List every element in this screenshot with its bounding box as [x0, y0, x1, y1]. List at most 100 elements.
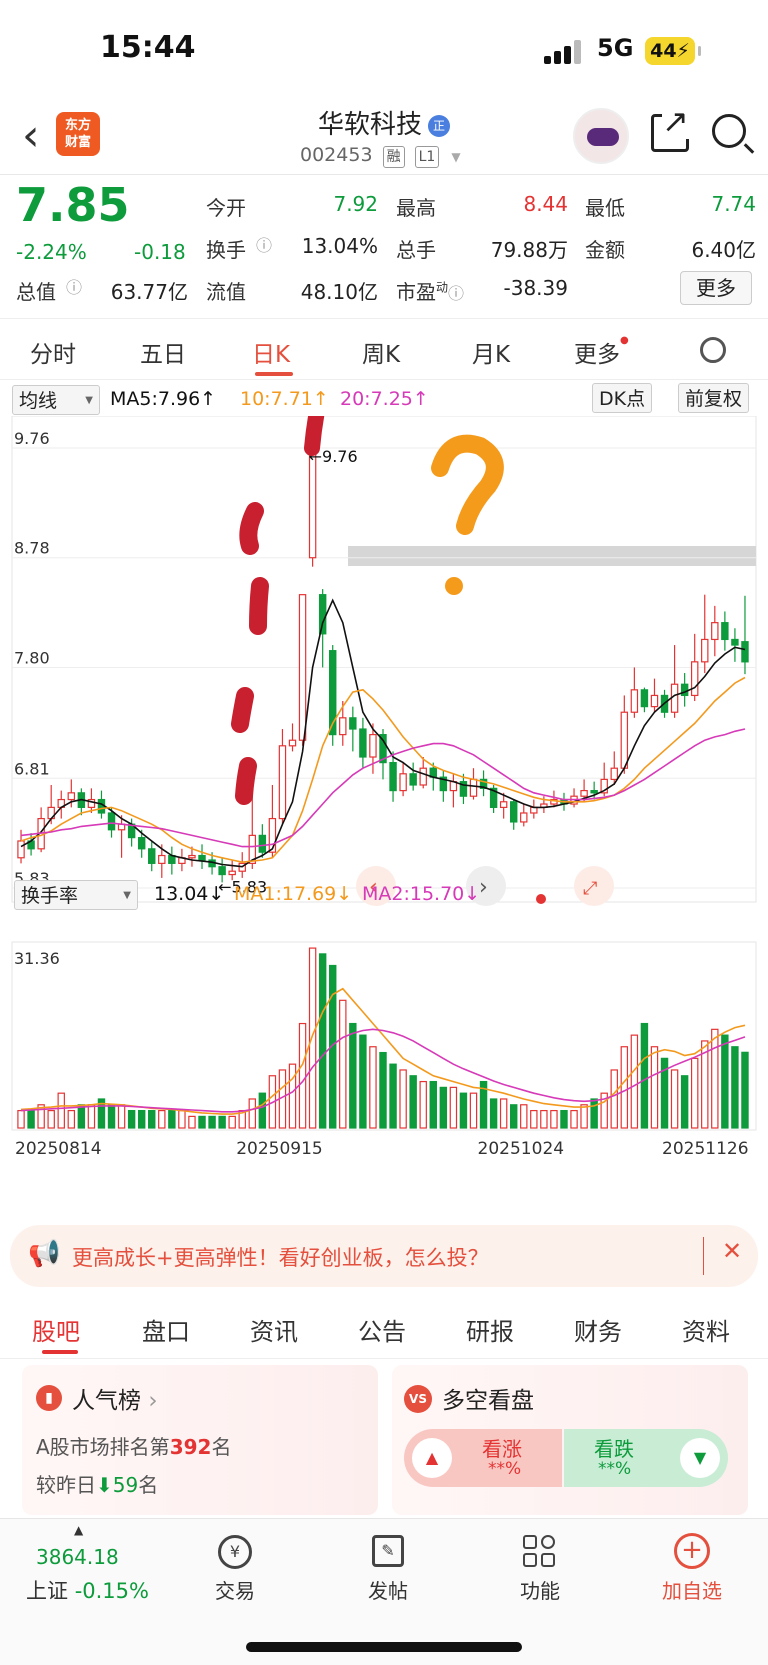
- tab-five-day[interactable]: 五日: [140, 335, 186, 369]
- x-axis-label: 20250814: [15, 1139, 102, 1159]
- candle-body: [137, 837, 146, 850]
- volume-bar: [610, 1069, 618, 1129]
- volume-bar: [27, 1109, 35, 1129]
- promo-banner[interactable]: 📢 更高成长+更高弹性！看好创业板，怎么投？ ✕: [10, 1225, 758, 1287]
- stock-code-row[interactable]: 002453 融 L1 ▼: [300, 144, 461, 168]
- scribble-mark: [249, 577, 269, 635]
- candle-body: [630, 689, 639, 713]
- status-time: 15:44: [100, 30, 196, 65]
- signal-dot: [536, 894, 546, 904]
- candle-body: [690, 661, 699, 697]
- tab-intraday[interactable]: 分时: [30, 335, 76, 369]
- candle-body: [711, 622, 719, 641]
- index-value[interactable]: 3864.18: [36, 1545, 119, 1569]
- tab-monthly-k[interactable]: 月K: [472, 335, 510, 369]
- volume-bar: [288, 1063, 297, 1129]
- highlight-band: [348, 546, 756, 566]
- nav-post[interactable]: 发帖: [343, 1575, 433, 1604]
- ma-select-label: 均线: [19, 390, 58, 412]
- battery-level: 44: [650, 40, 677, 62]
- volume-bar: [449, 1086, 458, 1129]
- period-tabs: 分时 五日 日K 周K 月K 更多●: [0, 318, 768, 380]
- tab-news[interactable]: 资讯: [250, 1312, 298, 1347]
- price-tick-label: 6.81: [14, 759, 50, 778]
- chevron-down-icon: ▼: [85, 395, 93, 406]
- volume-bar: [399, 1069, 407, 1129]
- rank-change-line: 较昨日⬇59名: [36, 1469, 158, 1498]
- nav-trade[interactable]: 交易: [190, 1575, 280, 1604]
- search-icon[interactable]: [712, 114, 746, 148]
- volume-bar: [560, 1109, 568, 1129]
- volume-bar: [419, 1080, 427, 1129]
- active-tab-underline: [255, 372, 293, 376]
- amount-value: 6.40亿: [691, 238, 756, 262]
- quote-panel: 7.85 -2.24% -0.18 今开 7.92 最高 8.44 最低 7.7…: [0, 176, 768, 318]
- info-icon[interactable]: ⓘ: [66, 274, 82, 298]
- close-icon[interactable]: ✕: [722, 1237, 742, 1265]
- scribble-mark: [235, 757, 257, 805]
- candle-body: [670, 683, 679, 713]
- candle-body: [389, 762, 397, 792]
- volume-bar: [540, 1109, 548, 1129]
- tab-pankou[interactable]: 盘口: [142, 1312, 190, 1347]
- bullish-button[interactable]: ▲ 看涨 **%: [404, 1429, 562, 1487]
- volume-bar: [590, 1098, 598, 1129]
- volume-bar: [731, 1046, 739, 1129]
- index-line[interactable]: 上证 -0.15%: [26, 1575, 149, 1605]
- volume-bar: [499, 1098, 508, 1129]
- volume-bar: [520, 1104, 528, 1129]
- candle-body: [721, 622, 729, 641]
- more-quote-button[interactable]: 更多: [680, 271, 752, 305]
- add-circle-icon[interactable]: +: [674, 1533, 710, 1569]
- scribble-mark: [231, 687, 254, 733]
- popularity-card[interactable]: ▮ 人气榜 › A股市场排名第392名 较昨日⬇59名: [22, 1365, 378, 1515]
- tab-finance[interactable]: 财务: [574, 1312, 622, 1347]
- volume-bar: [721, 1034, 729, 1129]
- volume-bar: [308, 947, 317, 1129]
- volume-bar: [208, 1115, 216, 1129]
- amount-label: 金额: [585, 238, 625, 262]
- nav-add-watchlist[interactable]: 加自选: [647, 1575, 737, 1604]
- open-value: 7.92: [333, 192, 378, 216]
- info-icon[interactable]: ⓘ: [448, 284, 464, 303]
- candle-body: [198, 854, 206, 861]
- tab-profile[interactable]: 资料: [682, 1312, 730, 1347]
- nav-functions[interactable]: 功能: [495, 1575, 585, 1604]
- pe-superscript: 动: [436, 280, 449, 295]
- signal-icon: [544, 40, 586, 64]
- ma20-legend: 20:7.25↑: [340, 388, 429, 410]
- turnover-label: 换手: [206, 238, 246, 262]
- tab-more[interactable]: 更多●: [574, 335, 629, 369]
- info-icon[interactable]: ⓘ: [256, 232, 272, 256]
- volume-label: 总手: [396, 238, 436, 262]
- volume-bar: [670, 1069, 679, 1129]
- grid-icon[interactable]: [523, 1535, 557, 1569]
- assistant-avatar-icon[interactable]: [573, 108, 629, 164]
- vs-icon: VS: [404, 1385, 432, 1413]
- chevron-right-icon: ›: [148, 1388, 158, 1414]
- candle-body: [399, 773, 407, 792]
- tab-daily-k[interactable]: 日K: [252, 335, 290, 369]
- tab-research[interactable]: 研报: [466, 1312, 514, 1347]
- adjust-button[interactable]: 前复权: [678, 383, 750, 413]
- candle-body: [680, 683, 689, 697]
- bullish-value: **%: [488, 1459, 522, 1479]
- candle-body: [610, 767, 618, 780]
- tab-guba[interactable]: 股吧: [32, 1312, 80, 1347]
- dk-point-button[interactable]: DK点: [592, 383, 653, 413]
- share-icon[interactable]: [651, 103, 689, 152]
- price-tick-label: 7.80: [14, 648, 50, 667]
- edit-icon[interactable]: ✎: [372, 1535, 404, 1567]
- volume-bar: [137, 1109, 146, 1129]
- vol-ma1: MA1:17.69↓: [234, 883, 353, 905]
- ma-select[interactable]: 均线 ▼: [12, 385, 100, 415]
- tab-weekly-k[interactable]: 周K: [362, 335, 400, 369]
- tab-announcements[interactable]: 公告: [358, 1312, 406, 1347]
- kline-svg[interactable]: 9.768.787.806.815.83 ←9.76 ←5.83 ‹ › ⤢ 3…: [0, 416, 768, 1196]
- gear-icon[interactable]: [700, 337, 726, 363]
- candle-body: [318, 594, 327, 635]
- ranking-icon: ▮: [36, 1385, 62, 1411]
- bearish-button[interactable]: 看跌 **% ▼: [564, 1429, 728, 1487]
- trade-icon[interactable]: ¥: [218, 1535, 252, 1569]
- volume-indicator-select[interactable]: 换手率 ▼: [14, 880, 138, 910]
